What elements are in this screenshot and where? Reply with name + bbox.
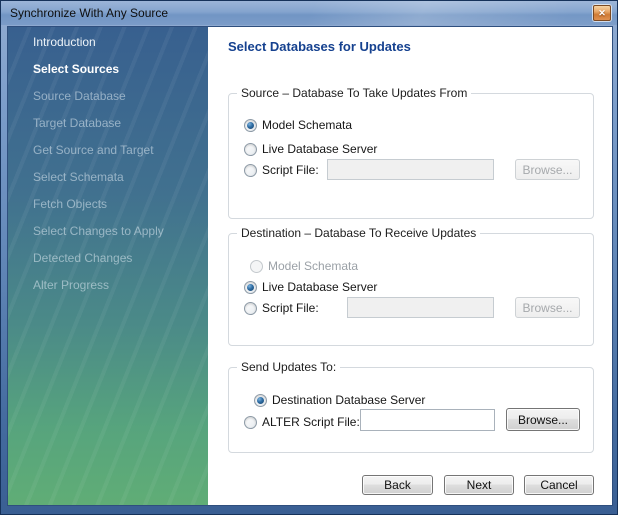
wizard-window: Synchronize With Any Source ✕ Introducti… — [0, 0, 618, 515]
source-script-file-option[interactable]: Script File: — [244, 163, 319, 177]
source-browse-button: Browse... — [515, 159, 580, 180]
next-button[interactable]: Next — [444, 475, 514, 495]
source-live-server-option[interactable]: Live Database Server — [244, 142, 377, 156]
main-pane: Select Databases for Updates Source – Da… — [208, 27, 612, 505]
destination-live-server-radio[interactable] — [244, 281, 257, 294]
close-button[interactable]: ✕ — [593, 5, 611, 21]
sidebar-item-select-schemata: Select Schemata — [33, 164, 208, 191]
client-area: Introduction Select Sources Source Datab… — [7, 26, 613, 506]
destination-script-file-option[interactable]: Script File: — [244, 301, 319, 315]
destination-group-title: Destination – Database To Receive Update… — [237, 226, 480, 240]
sidebar-item-alter-progress: Alter Progress — [33, 272, 208, 299]
wizard-steps-sidebar: Introduction Select Sources Source Datab… — [8, 27, 208, 505]
sidebar-item-select-sources[interactable]: Select Sources — [33, 56, 208, 83]
back-button[interactable]: Back — [362, 475, 433, 495]
destination-browse-button: Browse... — [515, 297, 580, 318]
alter-script-file-input[interactable] — [360, 409, 495, 431]
alter-script-file-option[interactable]: ALTER Script File: — [244, 415, 360, 429]
alter-script-file-radio[interactable] — [244, 416, 257, 429]
destination-script-file-label: Script File: — [262, 301, 319, 315]
destination-model-schemata-option: Model Schemata — [250, 259, 358, 273]
send-updates-group: Send Updates To: Destination Database Se… — [228, 367, 594, 453]
source-model-schemata-radio[interactable] — [244, 119, 257, 132]
sidebar-item-introduction[interactable]: Introduction — [33, 29, 208, 56]
destination-live-server-label: Live Database Server — [262, 280, 377, 294]
source-script-file-radio[interactable] — [244, 164, 257, 177]
title-bar[interactable]: Synchronize With Any Source — [1, 1, 617, 25]
destination-script-file-radio[interactable] — [244, 302, 257, 315]
destination-script-file-input — [347, 297, 494, 318]
source-live-server-radio[interactable] — [244, 143, 257, 156]
send-updates-group-title: Send Updates To: — [237, 360, 340, 374]
sidebar-item-get-source-and-target: Get Source and Target — [33, 137, 208, 164]
destination-group: Destination – Database To Receive Update… — [228, 233, 594, 346]
cancel-button[interactable]: Cancel — [524, 475, 594, 495]
sidebar-item-fetch-objects: Fetch Objects — [33, 191, 208, 218]
window-title: Synchronize With Any Source — [10, 6, 168, 20]
source-group-title: Source – Database To Take Updates From — [237, 86, 471, 100]
alter-script-file-label: ALTER Script File: — [262, 415, 360, 429]
source-model-schemata-option[interactable]: Model Schemata — [244, 118, 352, 132]
sidebar-item-source-database: Source Database — [33, 83, 208, 110]
sidebar-item-select-changes-to-apply: Select Changes to Apply — [33, 218, 208, 245]
destination-model-schemata-label: Model Schemata — [268, 259, 358, 273]
send-destination-server-option[interactable]: Destination Database Server — [254, 393, 425, 407]
destination-live-server-option[interactable]: Live Database Server — [244, 280, 377, 294]
source-live-server-label: Live Database Server — [262, 142, 377, 156]
source-group: Source – Database To Take Updates From M… — [228, 93, 594, 219]
step-list: Introduction Select Sources Source Datab… — [8, 27, 208, 299]
close-icon: ✕ — [598, 9, 606, 18]
destination-model-schemata-radio — [250, 260, 263, 273]
source-script-file-input — [327, 159, 494, 180]
page-title: Select Databases for Updates — [228, 39, 411, 54]
sidebar-item-detected-changes: Detected Changes — [33, 245, 208, 272]
send-destination-server-label: Destination Database Server — [272, 393, 425, 407]
alter-browse-button[interactable]: Browse... — [506, 408, 580, 431]
sidebar-item-target-database: Target Database — [33, 110, 208, 137]
source-model-schemata-label: Model Schemata — [262, 118, 352, 132]
send-destination-server-radio[interactable] — [254, 394, 267, 407]
source-script-file-label: Script File: — [262, 163, 319, 177]
